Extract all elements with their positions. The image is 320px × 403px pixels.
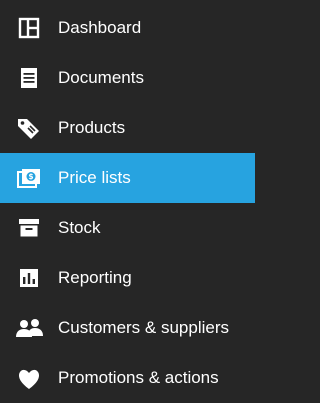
svg-text:$: $	[28, 172, 33, 181]
heart-icon	[14, 363, 44, 393]
sidebar-item-stock[interactable]: Stock	[0, 203, 255, 253]
sidebar-item-label: Promotions & actions	[58, 368, 219, 387]
archive-box-icon	[14, 213, 44, 243]
sidebar-item-label: Dashboard	[58, 18, 142, 37]
sidebar-item-label: Stock	[58, 218, 101, 237]
sidebar-item-label: Reporting	[58, 268, 132, 287]
sidebar-item-products[interactable]: Products	[0, 103, 255, 153]
users-icon	[14, 313, 44, 343]
sidebar-item-label: Products	[58, 118, 126, 137]
tag-icon	[14, 113, 44, 143]
sidebar-item-reporting[interactable]: Reporting	[0, 253, 255, 303]
sidebar-item-label: Customers & suppliers	[58, 318, 230, 337]
sidebar-item-price-lists[interactable]: $ Price lists	[0, 153, 255, 203]
sidebar-item-documents[interactable]: Documents	[0, 53, 255, 103]
sidebar-item-dashboard[interactable]: Dashboard	[0, 3, 255, 53]
sidebar-item-label: Documents	[58, 68, 144, 87]
price-list-icon: $	[14, 163, 44, 193]
sidebar-item-promotions-actions[interactable]: Promotions & actions	[0, 353, 255, 403]
sidebar-item-label: Price lists	[58, 168, 131, 187]
documents-icon	[14, 63, 44, 93]
sidebar-item-customers-suppliers[interactable]: Customers & suppliers	[0, 303, 255, 353]
dashboard-icon	[14, 13, 44, 43]
bar-chart-icon	[14, 263, 44, 293]
sidebar-nav: Dashboard Documents Products $ Price lis…	[0, 0, 255, 389]
